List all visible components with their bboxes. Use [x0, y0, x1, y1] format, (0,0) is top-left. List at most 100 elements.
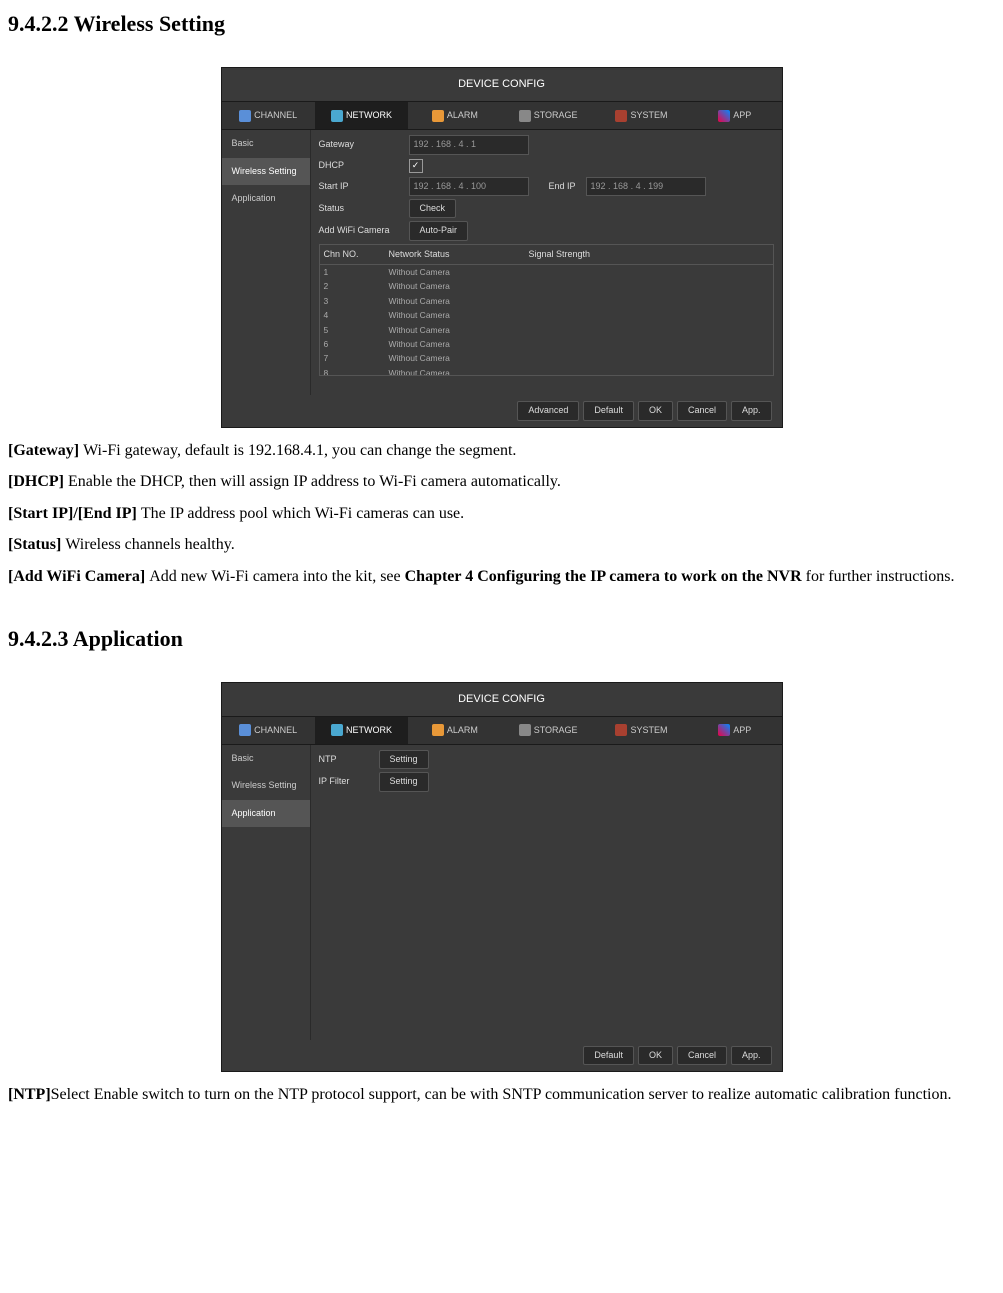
side-wireless-2[interactable]: Wireless Setting [222, 772, 310, 799]
desc-ntp: [NTP]Select Enable switch to turn on the… [8, 1080, 995, 1110]
cell-status: Without Camera [389, 337, 529, 351]
gateway-input[interactable]: 192 . 168 . 4 . 1 [409, 135, 529, 154]
col-signal: Signal Strength [529, 247, 773, 262]
cell-signal [529, 308, 773, 322]
tab-system-2[interactable]: SYSTEM [595, 717, 688, 744]
storage-icon [519, 110, 531, 122]
ntp-label: NTP [319, 752, 379, 767]
dialog-footer-2: Default OK Cancel App. [222, 1040, 782, 1071]
cell-signal [529, 294, 773, 308]
tab-app-2[interactable]: APP [688, 717, 781, 744]
cell-status: Without Camera [389, 323, 529, 337]
cell-chn: 2 [320, 279, 389, 293]
endip-label: End IP [549, 179, 576, 194]
cell-status: Without Camera [389, 294, 529, 308]
tab-channel-2[interactable]: CHANNEL [222, 717, 315, 744]
system-icon [615, 110, 627, 122]
tab-app[interactable]: APP [688, 102, 781, 129]
dhcp-label: DHCP [319, 158, 409, 173]
ok-button[interactable]: OK [638, 401, 673, 420]
tab-storage[interactable]: STORAGE [501, 102, 594, 129]
cell-status: Without Camera [389, 279, 529, 293]
dialog-footer: Advanced Default OK Cancel App. [222, 395, 782, 426]
main-panel: Gateway 192 . 168 . 4 . 1 DHCP ✓ Start I… [311, 130, 782, 395]
device-config-dialog-wireless: DEVICE CONFIG CHANNEL NETWORK ALARM STOR… [221, 67, 783, 427]
side-wireless[interactable]: Wireless Setting [222, 158, 310, 185]
default-button[interactable]: Default [583, 401, 634, 420]
table-row[interactable]: 3Without Camera [320, 294, 773, 308]
table-row[interactable]: 5Without Camera [320, 323, 773, 337]
side-nav-2: Basic Wireless Setting Application [222, 745, 311, 1040]
network-icon [331, 110, 343, 122]
col-chn: Chn NO. [320, 247, 389, 262]
endip-input[interactable]: 192 . 168 . 4 . 199 [586, 177, 706, 196]
cell-chn: 8 [320, 366, 389, 376]
app-icon [718, 724, 730, 736]
side-application[interactable]: Application [222, 185, 310, 212]
table-row[interactable]: 7Without Camera [320, 351, 773, 365]
cell-chn: 5 [320, 323, 389, 337]
cancel-button[interactable]: Cancel [677, 401, 727, 420]
tab-channel[interactable]: CHANNEL [222, 102, 315, 129]
side-nav: Basic Wireless Setting Application [222, 130, 311, 395]
cell-chn: 7 [320, 351, 389, 365]
cell-signal [529, 337, 773, 351]
cell-status: Without Camera [389, 366, 529, 376]
autopair-button[interactable]: Auto-Pair [409, 221, 469, 240]
col-status: Network Status [389, 247, 529, 262]
network-icon [331, 724, 343, 736]
tab-system[interactable]: SYSTEM [595, 102, 688, 129]
channel-icon [239, 110, 251, 122]
main-panel-2: NTP Setting IP Filter Setting [311, 745, 782, 1040]
table-row[interactable]: 1Without Camera [320, 265, 773, 279]
startip-input[interactable]: 192 . 168 . 4 . 100 [409, 177, 529, 196]
app-icon [718, 110, 730, 122]
table-row[interactable]: 4Without Camera [320, 308, 773, 322]
check-button[interactable]: Check [409, 199, 457, 218]
app-button-2[interactable]: App. [731, 1046, 772, 1065]
desc-dhcp: [DHCP] Enable the DHCP, then will assign… [8, 467, 995, 497]
tab-storage-2[interactable]: STORAGE [501, 717, 594, 744]
cell-signal [529, 323, 773, 337]
desc-status: [Status] Wireless channels healthy. [8, 530, 995, 560]
cell-chn: 4 [320, 308, 389, 322]
ipfilter-label: IP Filter [319, 774, 379, 789]
side-basic[interactable]: Basic [222, 130, 310, 157]
cell-signal [529, 366, 773, 376]
table-row[interactable]: 2Without Camera [320, 279, 773, 293]
tab-bar-2: CHANNEL NETWORK ALARM STORAGE SYSTEM APP [222, 716, 782, 745]
gateway-label: Gateway [319, 137, 409, 152]
side-basic-2[interactable]: Basic [222, 745, 310, 772]
cell-status: Without Camera [389, 265, 529, 279]
tab-network-2[interactable]: NETWORK [315, 717, 408, 744]
table-row[interactable]: 6Without Camera [320, 337, 773, 351]
ipfilter-setting-button[interactable]: Setting [379, 772, 429, 791]
table-row[interactable]: 8Without Camera [320, 366, 773, 376]
alarm-icon [432, 110, 444, 122]
desc-gateway: [Gateway] Wi-Fi gateway, default is 192.… [8, 436, 995, 466]
cancel-button-2[interactable]: Cancel [677, 1046, 727, 1065]
advanced-button[interactable]: Advanced [517, 401, 579, 420]
cell-chn: 6 [320, 337, 389, 351]
cell-chn: 3 [320, 294, 389, 308]
tab-network[interactable]: NETWORK [315, 102, 408, 129]
ntp-setting-button[interactable]: Setting [379, 750, 429, 769]
dialog-title-2: DEVICE CONFIG [222, 683, 782, 716]
startip-label: Start IP [319, 179, 409, 194]
channel-icon [239, 724, 251, 736]
app-button[interactable]: App. [731, 401, 772, 420]
ok-button-2[interactable]: OK [638, 1046, 673, 1065]
side-application-2[interactable]: Application [222, 800, 310, 827]
cell-signal [529, 265, 773, 279]
tab-alarm[interactable]: ALARM [408, 102, 501, 129]
camera-table: Chn NO. Network Status Signal Strength 1… [319, 244, 774, 376]
default-button-2[interactable]: Default [583, 1046, 634, 1065]
cell-signal [529, 351, 773, 365]
alarm-icon [432, 724, 444, 736]
cell-status: Without Camera [389, 308, 529, 322]
dialog-title: DEVICE CONFIG [222, 68, 782, 101]
dhcp-checkbox[interactable]: ✓ [409, 159, 423, 173]
desc-addcam: [Add WiFi Camera] Add new Wi-Fi camera i… [8, 562, 995, 592]
tab-alarm-2[interactable]: ALARM [408, 717, 501, 744]
section-heading-wireless: 9.4.2.2 Wireless Setting [8, 5, 995, 42]
